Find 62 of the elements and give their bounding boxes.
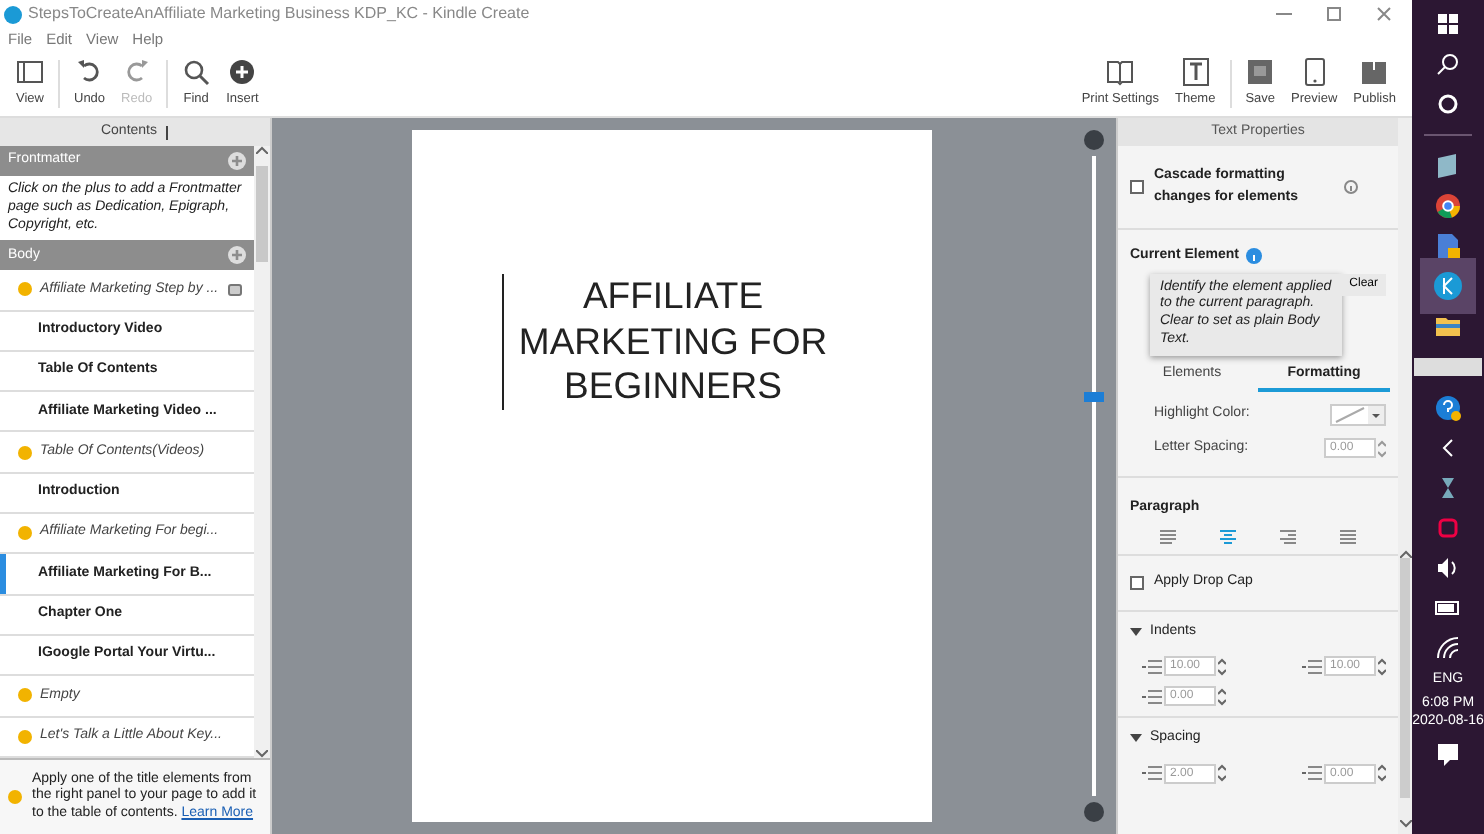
spinner-icon[interactable] xyxy=(1218,657,1226,675)
book-icon xyxy=(1106,58,1135,87)
square-icon[interactable] xyxy=(228,283,242,296)
wifi-icon[interactable] xyxy=(1432,632,1464,664)
spinner-icon[interactable] xyxy=(1378,764,1386,782)
book-title: AFFILIATE MARKETING FOR BEGINNERS xyxy=(502,274,842,410)
search-icon xyxy=(182,58,211,87)
spinner-icon[interactable] xyxy=(1218,687,1226,705)
status-dot-icon xyxy=(18,282,32,297)
indent-icon xyxy=(1142,687,1162,705)
scrollbar[interactable] xyxy=(1398,118,1412,834)
letter-t-icon xyxy=(1181,58,1210,87)
scroll-down-icon[interactable] xyxy=(256,750,268,758)
status-dot-icon xyxy=(18,688,32,703)
status-dot-icon xyxy=(18,729,32,744)
caret-down-icon[interactable] xyxy=(1130,625,1142,638)
scroll-down-icon[interactable] xyxy=(1399,820,1411,828)
align-button[interactable] xyxy=(1156,528,1180,546)
caret-down-icon[interactable] xyxy=(1130,732,1142,745)
document-page[interactable]: AFFILIATE MARKETING FOR BEGINNERS xyxy=(412,130,932,822)
status-dot-icon xyxy=(18,445,32,460)
app-logo-icon xyxy=(4,5,22,23)
align-button[interactable] xyxy=(1216,528,1240,546)
panel-icon xyxy=(16,58,44,87)
spinner-icon[interactable] xyxy=(1378,439,1386,458)
indent-icon xyxy=(1302,764,1322,782)
help-icon[interactable] xyxy=(1432,392,1464,424)
document-icon[interactable] xyxy=(1432,230,1464,262)
no-color-swatch-icon xyxy=(1332,406,1368,424)
spinner-icon[interactable] xyxy=(1218,764,1226,782)
indent-icon xyxy=(1142,657,1162,675)
close-icon[interactable] xyxy=(1376,6,1392,22)
spinner-icon[interactable] xyxy=(1378,657,1386,675)
box-icon xyxy=(1360,58,1389,87)
caret-down-icon[interactable] xyxy=(1368,406,1384,424)
zoom-in-button[interactable] xyxy=(1084,802,1104,822)
scroll-up-icon[interactable] xyxy=(256,146,268,154)
scroll-up-icon[interactable] xyxy=(1399,550,1411,558)
window-title: StepsToCreateAnAffiliate Marketing Business KDP_KC - Kindle Create xyxy=(28,2,530,26)
zoom-slider-thumb[interactable] xyxy=(1084,392,1104,403)
status-dot-icon xyxy=(18,526,32,541)
search-icon[interactable] xyxy=(1432,48,1464,80)
tablet-icon xyxy=(1300,58,1329,87)
checkbox[interactable] xyxy=(1130,180,1144,194)
checkbox[interactable] xyxy=(1130,575,1144,590)
scrollbar[interactable] xyxy=(254,146,270,758)
redo-icon xyxy=(122,58,151,87)
status-dot-icon xyxy=(8,790,22,804)
undo-icon xyxy=(75,58,104,87)
align-button[interactable] xyxy=(1276,528,1300,546)
align-button[interactable] xyxy=(1336,528,1360,546)
indent-icon xyxy=(1302,657,1322,675)
scrollbar[interactable] xyxy=(1414,358,1482,376)
maximize-icon[interactable] xyxy=(1326,6,1342,22)
color-picker[interactable] xyxy=(1330,404,1386,426)
windows-logo-icon[interactable] xyxy=(1432,8,1464,40)
notification-icon[interactable] xyxy=(1432,738,1464,771)
zoom-out-button[interactable] xyxy=(1084,130,1104,150)
indent-icon xyxy=(1142,764,1162,782)
plus-circle-icon xyxy=(228,58,257,87)
chrome-icon[interactable] xyxy=(1432,190,1464,222)
kindle-create-icon[interactable] xyxy=(1432,270,1464,302)
